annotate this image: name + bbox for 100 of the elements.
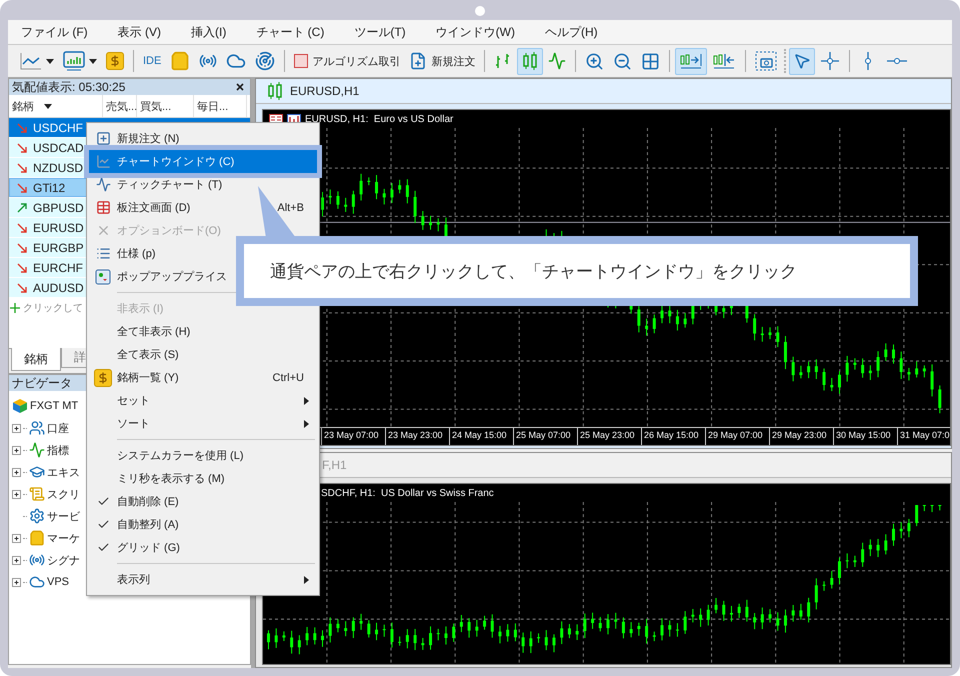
monitor-chart-icon (63, 51, 85, 71)
column-header[interactable]: 買気... (137, 95, 194, 117)
tree-item[interactable]: 口座 (47, 420, 69, 436)
plus-icon (10, 303, 20, 313)
column-header[interactable]: 毎日... (194, 95, 247, 117)
radar-icon (255, 51, 276, 71)
menu-title[interactable]: ファイル (F) (10, 21, 99, 43)
cursor-icon (793, 52, 812, 70)
menu-item[interactable]: ソート (89, 412, 317, 435)
candlestick-icon (521, 52, 540, 70)
menu-item[interactable]: 自動整列 (A) (89, 513, 317, 536)
menu-item[interactable]: 表示列 (89, 568, 317, 591)
line-chart-icon (20, 52, 42, 70)
column-header[interactable]: 銘柄 (9, 95, 103, 117)
popup-price-icon (95, 268, 111, 284)
toolbar-button[interactable]: 新規注文 (405, 48, 480, 74)
axis-label: 30 May 15:00 (833, 428, 897, 446)
shortcut-text: Ctrl+U (272, 372, 304, 384)
symbol-name: NZDUSD (33, 160, 83, 174)
toolbar-button[interactable] (789, 48, 816, 74)
column-header[interactable]: 売気... (103, 95, 137, 117)
symbol-name: GTi12 (33, 180, 66, 194)
symbol-name: EURUSD (33, 220, 84, 234)
dropdown-caret-icon (46, 58, 54, 64)
graduation-cap-icon (29, 464, 45, 480)
plus-square-icon (96, 131, 110, 146)
axis-label: 26 May 15:00 (641, 428, 705, 446)
submenu-arrow-icon (304, 576, 309, 584)
table-icon (96, 200, 110, 215)
menu-item[interactable]: 銘柄一覧 (Y) Ctrl+U (89, 366, 317, 389)
tree-item[interactable]: 指標 (47, 442, 69, 458)
tree-item[interactable]: VPS (47, 576, 70, 588)
expand-icon (12, 424, 21, 432)
menu-title[interactable]: ツール(T) (343, 21, 417, 43)
tree-item[interactable]: シグナ (47, 552, 80, 568)
axis-label: 23 May 23:00 (385, 428, 449, 446)
add-symbol-text[interactable]: クリックして (23, 301, 83, 315)
menu-item[interactable]: チャートウインドウ (C) (89, 150, 317, 173)
toolbar-button[interactable] (517, 48, 544, 74)
signal-icon (29, 552, 45, 568)
expand-icon (12, 446, 21, 454)
zoom-in-icon (585, 52, 604, 70)
dollar-icon (94, 368, 112, 386)
ide-button[interactable]: IDE (139, 48, 166, 74)
menu-title[interactable]: ウインドウ(W) (424, 21, 526, 43)
document-plus-icon (409, 52, 428, 70)
shortcut-text: Alt+B (277, 202, 304, 214)
menu-item[interactable]: セット (89, 389, 317, 412)
toolbar-button[interactable] (675, 48, 708, 74)
down-arrow-icon (17, 242, 27, 252)
crosshair-icon (820, 51, 840, 71)
menu-item[interactable]: 全て非表示 (H) (89, 320, 317, 343)
cube-logo-icon (12, 398, 28, 414)
menu-item[interactable]: 板注文画面 (D) Alt+B (89, 196, 317, 219)
cloud-icon (29, 574, 45, 590)
axis-label: 29 May 23:00 (769, 428, 833, 446)
dropdown-caret-icon (89, 58, 97, 64)
tree-item[interactable]: マーケ (47, 530, 80, 546)
up-arrow-icon (17, 202, 27, 212)
axis-label: 25 May 07:00 (513, 428, 577, 446)
axis-label: 25 May 23:00 (577, 428, 641, 446)
menu-item[interactable]: ティックチャート (T) (89, 173, 317, 196)
toolbar-button[interactable]: アルゴリズム取引 (290, 48, 404, 74)
menu-title[interactable]: 表示 (V) (106, 21, 172, 43)
tab[interactable]: 銘柄 (11, 348, 61, 371)
tree-item[interactable]: FXGT MT (30, 400, 78, 412)
menu-item[interactable]: 新規注文 (N) (89, 127, 317, 150)
down-arrow-icon (17, 122, 27, 132)
tree-item[interactable]: スクリ (47, 486, 80, 502)
expand-icon (12, 556, 21, 564)
symbol-name: EURGBP (33, 240, 84, 254)
menu-title[interactable]: 挿入(I) (180, 21, 238, 43)
axis-label: 24 May 15:00 (449, 428, 513, 446)
expand-icon (12, 534, 21, 542)
menu-item[interactable]: グリッド (G) (89, 536, 317, 559)
instruction-tooltip: 通貨ペアの上で右クリックして、「チャートウインドウ」をクリック (236, 236, 918, 306)
chart-tab[interactable]: EURUSD,H1 (256, 79, 951, 104)
down-arrow-icon (17, 222, 27, 232)
menu-title[interactable]: チャート (C) (245, 21, 336, 43)
menu-item[interactable]: 自動削除 (E) (89, 490, 317, 513)
gear-icon (29, 508, 45, 524)
panel-title: ナビゲータ (12, 374, 72, 392)
expand-icon (12, 490, 21, 498)
down-arrow-icon (17, 182, 27, 192)
indicator-icon (29, 442, 45, 458)
zoom-out-icon (613, 52, 632, 70)
down-arrow-icon (17, 162, 27, 172)
menu-title[interactable]: ヘルプ(H) (534, 21, 609, 43)
zigzag-line-icon (548, 52, 566, 70)
screenshot-icon (755, 51, 778, 71)
expand-icon (12, 578, 21, 586)
symbol-name: GBPUSD (33, 200, 84, 214)
vertical-line-icon (863, 51, 874, 71)
submenu-arrow-icon (304, 420, 309, 428)
tree-item[interactable]: サービ (47, 508, 80, 524)
symbol-name: EURCHF (33, 260, 83, 274)
square-icon (294, 54, 308, 68)
down-arrow-icon (17, 142, 27, 152)
tree-item[interactable]: エキス (47, 464, 80, 480)
users-icon (29, 420, 45, 436)
